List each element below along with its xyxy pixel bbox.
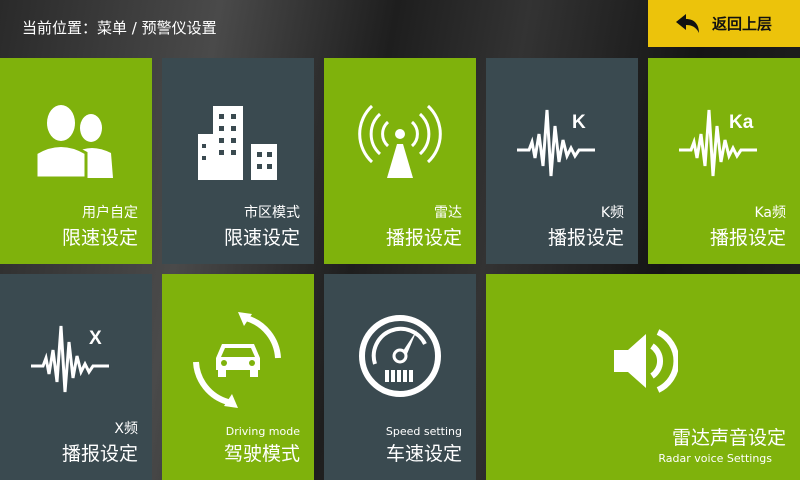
tile-line1: Driving mode <box>225 425 300 438</box>
city-buildings-icon <box>162 88 314 184</box>
svg-text:X: X <box>89 328 102 349</box>
tile-line1: X频 <box>114 421 138 437</box>
car-cycle-icon <box>162 304 314 410</box>
users-icon <box>0 88 152 188</box>
tile-driving-mode[interactable]: Driving mode 驾驶模式 <box>162 274 314 480</box>
ka-band-wave-icon: Ka <box>679 109 757 177</box>
tile-line2: 限速设定 <box>223 227 300 249</box>
svg-text:Ka: Ka <box>729 112 754 133</box>
tile-line2: 播报设定 <box>385 227 462 249</box>
speedometer-icon <box>324 304 476 404</box>
tile-city-speed-limit[interactable]: 市区模式 限速设定 <box>162 58 314 264</box>
tile-line1: 用户自定 <box>82 205 138 221</box>
tile-line1: 雷达声音设定 <box>671 427 786 449</box>
tile-line1: 市区模式 <box>244 205 300 221</box>
tile-line2: 播报设定 <box>61 443 138 465</box>
breadcrumb: 当前位置：菜单 / 预警仪设置 <box>22 19 217 37</box>
tile-x-band-announce[interactable]: X X频 播报设定 <box>0 274 152 480</box>
tile-line1: Speed setting <box>385 425 462 438</box>
tile-line2: 限速设定 <box>61 227 138 249</box>
svg-text:K: K <box>572 112 586 133</box>
x-band-wave-icon: X <box>31 325 109 393</box>
back-label: 返回上层 <box>711 15 772 33</box>
radar-antenna-icon <box>324 88 476 192</box>
k-band-wave-icon: K <box>517 109 595 177</box>
tile-line2: 驾驶模式 <box>223 443 300 465</box>
tile-line2: 播报设定 <box>709 227 786 249</box>
tile-line2: Radar voice Settings <box>658 452 772 465</box>
tile-speed-setting[interactable]: Speed setting 车速设定 <box>324 274 476 480</box>
tile-ka-band-announce[interactable]: Ka Ka频 播报设定 <box>648 58 800 264</box>
tile-line1: Ka频 <box>754 205 786 221</box>
tile-line2: 播报设定 <box>547 227 624 249</box>
speaker-icon <box>486 304 800 396</box>
tile-line1: K频 <box>600 205 624 221</box>
tile-line1: 雷达 <box>434 205 462 221</box>
tile-radar-announce[interactable]: 雷达 播报设定 <box>324 58 476 264</box>
tile-line2: 车速设定 <box>385 443 462 465</box>
tile-user-speed-limit[interactable]: 用户自定 限速设定 <box>0 58 152 264</box>
tile-k-band-announce[interactable]: K K频 播报设定 <box>486 58 638 264</box>
back-arrow-icon <box>675 13 699 33</box>
back-button[interactable]: 返回上层 <box>648 0 800 47</box>
tile-radar-voice-settings[interactable]: 雷达声音设定 Radar voice Settings <box>486 274 800 480</box>
